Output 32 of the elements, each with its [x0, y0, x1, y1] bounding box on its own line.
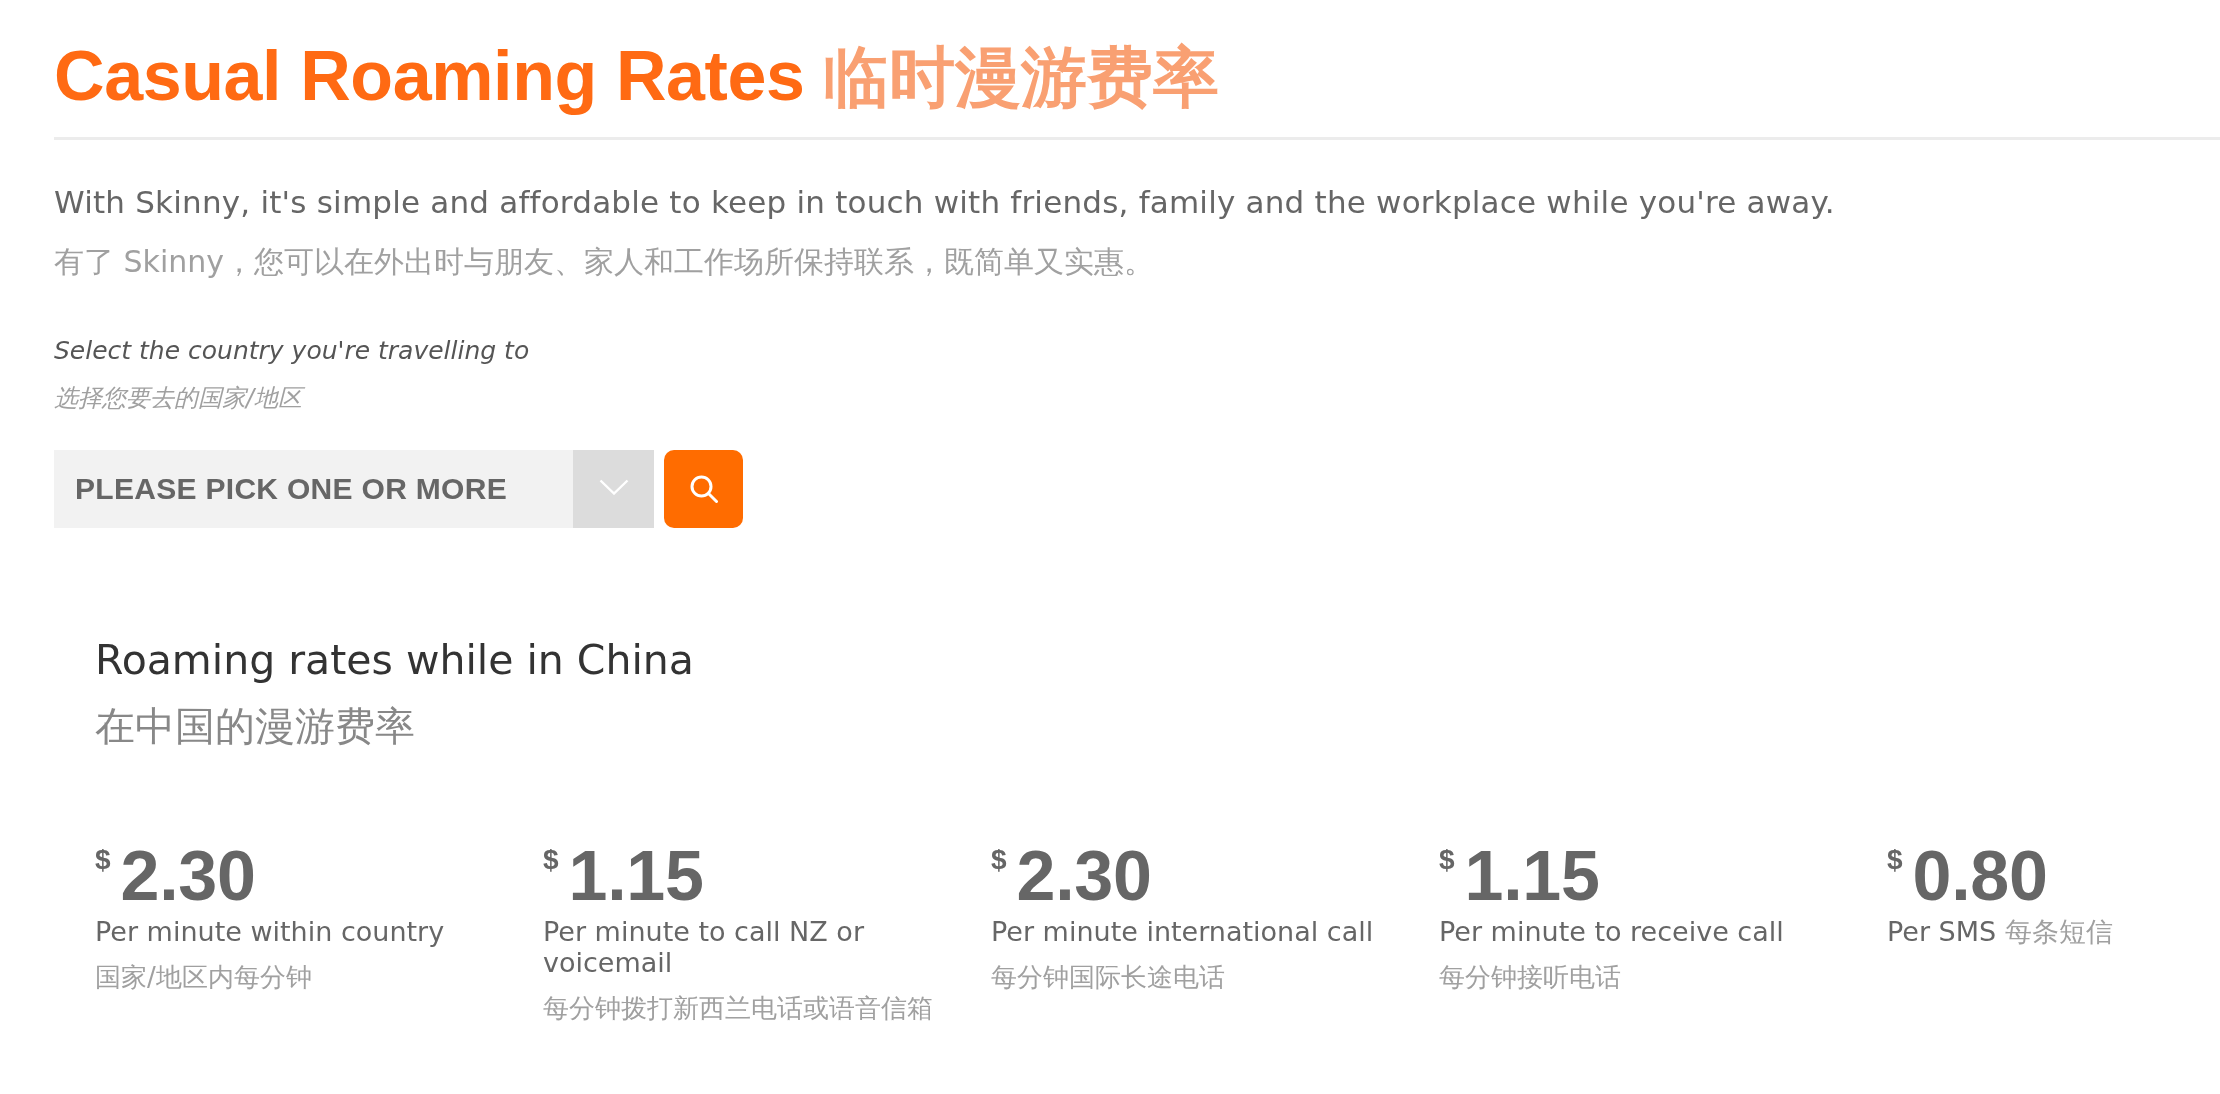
currency-symbol: $ [991, 846, 1007, 874]
currency-symbol: $ [543, 846, 559, 874]
rates-heading-chinese: 在中国的漫游费率 [95, 702, 415, 751]
rate-description-chinese: 每分钟国际长途电话 [991, 961, 1225, 993]
currency-symbol: $ [95, 846, 111, 874]
rate-description-chinese: 每条短信 [2004, 916, 2113, 947]
country-label: Select the country you're travelling to [54, 335, 530, 367]
country-select-field[interactable]: PLEASE PICK ONE OR MORE [54, 450, 573, 528]
rate-amount: 2.30 [1016, 842, 1152, 910]
search-button[interactable] [664, 450, 743, 528]
currency-symbol: $ [1887, 846, 1903, 874]
dropdown-toggle[interactable] [573, 450, 654, 528]
rate-description: Per minute to receive call [1439, 916, 1784, 947]
rate-description: Per minute to call NZ or voicemail [543, 916, 865, 978]
rates-heading: Roaming rates while in China [95, 635, 694, 685]
rate-description-chinese: 每分钟拨打新西兰电话或语音信箱 [543, 992, 933, 1024]
intro-paragraph-chinese: 有了 Skinny，您可以在外出时与朋友、家人和工作场所保持联系，既简单又实惠。 [54, 243, 1155, 281]
rate-amount: 0.80 [1912, 842, 2048, 910]
rate-description: Per SMS [1887, 916, 1997, 947]
rate-description: Per minute within country [95, 916, 445, 947]
search-icon [689, 475, 718, 503]
country-label-chinese: 选择您要去的国家/地区 [54, 383, 303, 414]
rate-description-chinese: 每分钟接听电话 [1439, 961, 1621, 993]
rate-amount: 1.15 [1464, 842, 1600, 910]
rate-description: Per minute international call [991, 916, 1374, 947]
rate-description-chinese: 国家/地区内每分钟 [95, 961, 312, 993]
page-title-chinese: 临时漫游费率 [822, 43, 1219, 113]
currency-symbol: $ [1439, 846, 1455, 874]
rate-amount: 1.15 [568, 842, 704, 910]
chevron-down-icon [598, 479, 629, 495]
rate-amount: 2.30 [120, 842, 256, 910]
intro-paragraph: With Skinny, it's simple and affordable to keep in touch with friends, family and the workplace while you're away. [54, 183, 1835, 222]
